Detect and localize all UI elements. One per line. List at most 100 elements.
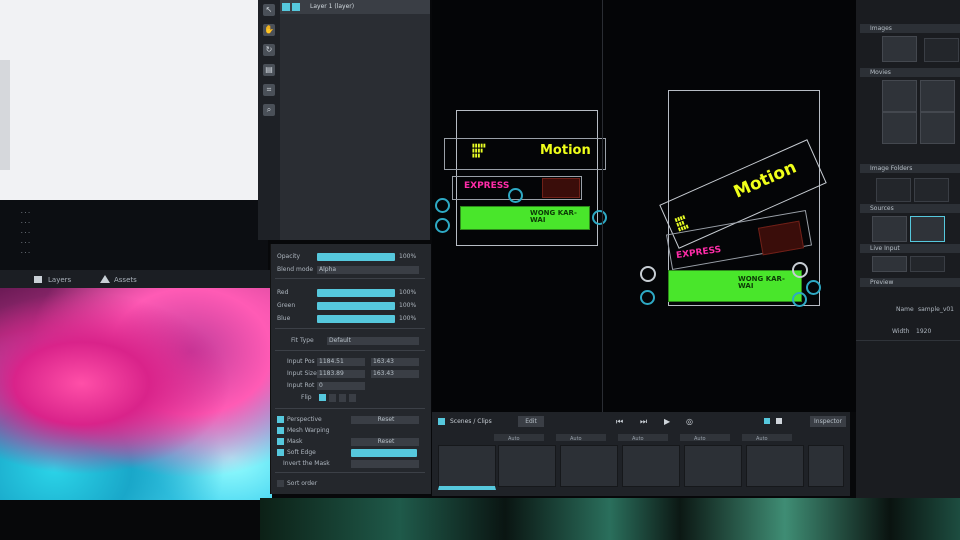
sort-checkbox[interactable] [277,480,284,487]
image-folders-section-header[interactable]: Image Folders [860,164,960,173]
red-slider[interactable] [317,289,395,297]
fit-type-select[interactable]: Default [327,337,419,345]
width-label: Width [892,328,910,335]
input-size-x-field[interactable]: 1183.89 [317,370,365,378]
play-icon[interactable]: ▶ [664,417,670,426]
source-thumb[interactable] [872,216,907,242]
input-rot-field[interactable]: 0 [317,382,365,390]
tool-bar: ↖ ✋ ↻ ▤ ⌗ ⌕ [258,0,280,240]
corner-handle-icon[interactable] [792,262,808,278]
clip-cell[interactable] [808,445,844,487]
folder-slot[interactable] [914,178,949,202]
clip-cell[interactable] [560,445,618,487]
tab-assets[interactable]: Assets [114,276,137,284]
width-value: 1920 [916,328,932,335]
anchor-handle-icon[interactable] [806,280,821,295]
movie-thumb[interactable] [882,112,917,144]
clip-cell-active[interactable] [438,445,496,490]
blend-mode-select[interactable]: Alpha [317,266,419,274]
clip-setting-label: Auto [508,436,520,442]
clip-cell[interactable] [746,445,804,487]
clip-cell[interactable] [622,445,680,487]
pointer-tool-icon[interactable]: ↖ [263,4,275,16]
zoom-tool-icon[interactable]: ⌕ [263,104,275,116]
perspective-reset-button[interactable]: Reset [351,416,419,424]
skip-back-icon[interactable]: ⏮ [616,417,623,427]
stage-canvas[interactable]: ▮▮▮▮▮ ▮▮▮▮ ▮▮▮ Motion EXPRESS WONG KAR-WAI… [432,0,856,412]
edit-button[interactable]: Edit [518,416,544,427]
tab-layers[interactable]: Layers [48,276,71,284]
flip-none-icon[interactable] [319,394,326,401]
movies-section-header[interactable]: Movies [860,68,960,77]
layer-row-selected[interactable]: Layer 1 (layer) [280,0,430,14]
live-input-section-header[interactable]: Live Input [860,244,960,253]
divider [275,328,425,329]
mask-reset-button[interactable]: Reset [351,438,419,446]
invert-mask-select[interactable] [351,460,419,468]
clip-setting[interactable]: Auto [742,434,792,442]
timeline-checkbox[interactable] [438,418,445,425]
image-thumb[interactable] [882,36,917,62]
editor-scrollbar[interactable] [0,60,10,170]
anchor-handle-icon[interactable] [508,188,523,203]
clip-setting[interactable]: Auto [494,434,544,442]
view-divider [602,0,603,412]
movie-thumb[interactable] [882,80,917,112]
opacity-slider[interactable] [317,253,395,261]
crop-tool-icon[interactable]: ⌗ [263,84,275,96]
clip-setting[interactable]: Auto [680,434,730,442]
hand-tool-icon[interactable]: ✋ [263,24,275,36]
flip-vertical-icon[interactable] [339,394,346,402]
soft-edge-checkbox[interactable] [277,449,284,456]
clip-cell[interactable] [684,445,742,487]
divider [275,278,425,279]
image-slot-empty[interactable] [924,38,959,62]
clip-setting[interactable]: Auto [556,434,606,442]
loop-icon[interactable] [764,418,770,424]
live-input-slot[interactable] [910,256,945,272]
inspector-button[interactable]: Inspector [810,416,846,427]
input-pos-x-field[interactable]: 1184.51 [317,358,365,366]
blend-mode-label: Blend mode [277,266,314,273]
corner-handle-icon[interactable] [640,266,656,282]
flip-both-icon[interactable] [349,394,356,402]
corner-handle-icon[interactable] [640,290,655,305]
soft-edge-slider[interactable] [351,449,417,457]
step-back-icon[interactable]: ⏭ [640,417,647,427]
corner-handle-icon[interactable] [792,292,807,307]
blue-slider[interactable] [317,315,395,323]
console-line: ... [20,228,31,235]
timeline-header: Scenes / Clips Edit ⏮ ⏭ ▶ ◎ Inspector [432,416,850,428]
corner-handle-icon[interactable] [435,198,450,213]
movie-thumb[interactable] [920,80,955,112]
layer-panel: Layer 1 (layer) [280,0,430,240]
preview-section-header[interactable]: Preview [860,278,960,287]
live-input-thumb[interactable] [872,256,907,272]
corner-handle-icon[interactable] [592,210,607,225]
invert-mask-label: Invert the Mask [283,460,330,467]
stack-tool-icon[interactable]: ▤ [263,64,275,76]
mesh-warp-checkbox[interactable] [277,427,284,434]
flip-horizontal-icon[interactable] [329,394,336,402]
clip-setting-label: Auto [694,436,706,442]
clip-setting[interactable]: Auto [618,434,668,442]
source-thumb-selected[interactable] [910,216,945,242]
rotate-tool-icon[interactable]: ↻ [263,44,275,56]
perspective-checkbox[interactable] [277,416,284,423]
input-size-y-field[interactable]: 163.43 [371,370,419,378]
console-line: ... [20,218,31,225]
images-section-header[interactable]: Images [860,24,960,33]
folder-slot[interactable] [876,178,911,202]
clip-cell[interactable] [498,445,556,487]
corner-handle-icon[interactable] [435,218,450,233]
mask-checkbox[interactable] [277,438,284,445]
movie-thumb[interactable] [920,112,955,144]
record-icon[interactable]: ◎ [686,417,693,426]
console-output: ... ... ... ... ... [0,200,268,270]
layer-visibility-icon[interactable] [292,3,300,11]
console-line: ... [20,238,31,245]
input-pos-y-field[interactable]: 163.43 [371,358,419,366]
sources-section-header[interactable]: Sources [860,204,960,213]
fullscreen-icon[interactable] [776,418,782,424]
green-slider[interactable] [317,302,395,310]
